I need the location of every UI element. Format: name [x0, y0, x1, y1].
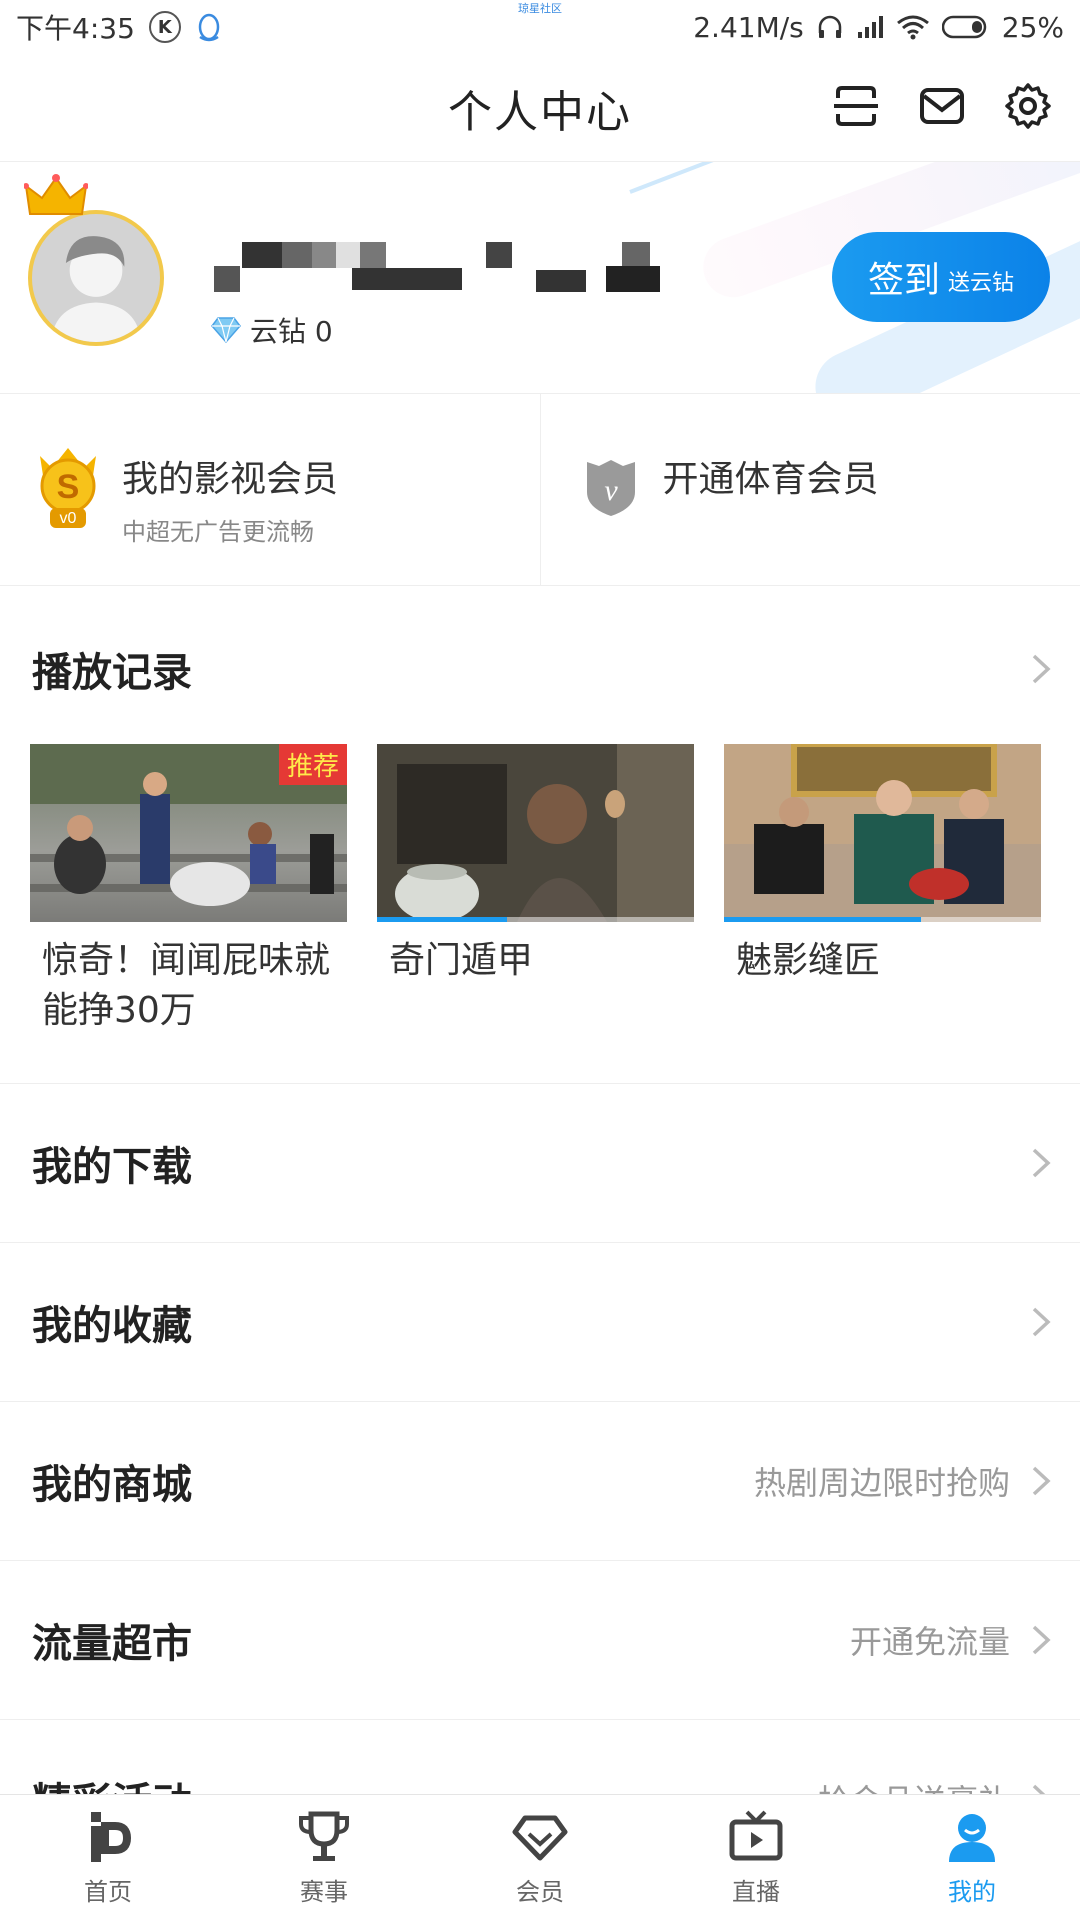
history-thumbnail[interactable]: [377, 744, 694, 922]
signin-button[interactable]: 签到 送云钻: [832, 232, 1050, 322]
avatar-silhouette-icon: [50, 236, 142, 342]
history-thumbnail[interactable]: [724, 744, 1041, 922]
battery-icon: [941, 15, 987, 39]
signal-icon: [857, 16, 883, 38]
diamond-icon: [512, 1815, 568, 1861]
recommend-badge: 推荐: [278, 744, 347, 785]
chevron-right-icon: [1032, 1466, 1051, 1496]
history-item[interactable]: 推荐 惊奇！闻闻屁味就能挣30万: [30, 744, 347, 1036]
qq-penguin-icon: [198, 13, 220, 42]
tab-home[interactable]: 首页: [0, 1795, 216, 1920]
tab-label: 我的: [948, 1878, 996, 1906]
history-thumbnail[interactable]: 推荐: [30, 744, 347, 922]
sports-member-title: 开通体育会员: [662, 459, 879, 500]
tab-label: 会员: [516, 1878, 564, 1906]
bottom-tab-bar: 首页 赛事 会员 直播 我的: [0, 1794, 1080, 1920]
signin-label: 签到: [867, 260, 940, 301]
settings-gear-icon[interactable]: [1004, 82, 1052, 130]
membership-section: S v0 我的影视会员 中超无广告更流畅 v 开通体育会员: [0, 394, 1080, 586]
k-app-icon: K: [148, 11, 181, 43]
play-history-title[interactable]: 播放记录: [32, 640, 192, 698]
diamond-icon: [211, 317, 241, 344]
tab-label: 直播: [732, 1878, 780, 1906]
video-membership[interactable]: S v0 我的影视会员 中超无广告更流畅: [0, 394, 541, 585]
row-title: 我的商城: [32, 1462, 192, 1508]
page-header: 个人中心: [0, 54, 1080, 162]
history-item[interactable]: 奇门遁甲: [377, 744, 694, 1036]
chevron-right-icon: [1032, 1625, 1051, 1655]
mail-icon[interactable]: [918, 82, 966, 130]
tab-membership[interactable]: 会员: [432, 1795, 648, 1920]
sports-membership[interactable]: v 开通体育会员: [541, 394, 1080, 585]
row-my-favorites[interactable]: 我的收藏: [0, 1243, 1080, 1402]
status-bar: 下午4:35 K 琼星社区 2.41M/s 25%: [0, 0, 1080, 54]
chevron-right-icon[interactable]: [1030, 652, 1052, 686]
history-item[interactable]: 魅影缝匠: [724, 744, 1041, 1036]
diamond-label: 云钻 0: [250, 315, 333, 348]
scan-icon[interactable]: [832, 82, 880, 130]
tab-live[interactable]: 直播: [648, 1795, 864, 1920]
profile-card: 云钻 0 签到 送云钻: [0, 162, 1080, 394]
headphones-icon: [818, 15, 842, 38]
thumbnail-image: [724, 744, 1041, 922]
play-history-section: 播放记录 推荐 惊奇！闻闻屁味就能挣30万 奇门遁甲 魅影缝匠: [0, 586, 1080, 1084]
tab-mine[interactable]: 我的: [864, 1795, 1080, 1920]
trophy-icon: [299, 1811, 349, 1861]
watch-progress-bar: [377, 917, 507, 922]
chevron-right-icon: [1032, 1148, 1051, 1178]
avatar[interactable]: [24, 174, 164, 346]
status-time: 下午4:35: [16, 12, 135, 45]
svg-text:v: v: [604, 474, 618, 507]
watch-progress-bar: [724, 917, 921, 922]
svg-text:S: S: [57, 468, 80, 506]
row-data-market[interactable]: 流量超市 开通免流量: [0, 1561, 1080, 1720]
username-redacted: [214, 242, 660, 292]
diamond-balance: 云钻 0: [210, 310, 333, 350]
row-extra: 开通免流量: [849, 1623, 1010, 1661]
tab-label: 首页: [84, 1878, 132, 1906]
signin-sub-label: 送云钻: [948, 271, 1015, 296]
video-member-subtitle: 中超无广告更流畅: [122, 518, 314, 546]
vip-s-badge-icon: S v0: [40, 448, 96, 528]
history-item-title: 奇门遁甲: [389, 940, 534, 981]
row-my-mall[interactable]: 我的商城 热剧周边限时抢购: [0, 1402, 1080, 1561]
status-center-label: 琼星社区: [518, 2, 562, 15]
page-title: 个人中心: [448, 86, 632, 138]
svg-text:v0: v0: [60, 510, 77, 527]
history-item-title: 惊奇！闻闻屁味就能挣30万: [42, 940, 331, 1031]
row-my-downloads[interactable]: 我的下载: [0, 1084, 1080, 1243]
video-member-title: 我的影视会员: [122, 459, 339, 500]
pp-logo-icon: [91, 1812, 132, 1862]
crown-icon: [24, 174, 88, 215]
battery-percent: 25%: [1001, 10, 1064, 44]
history-item-title: 魅影缝匠: [736, 940, 881, 981]
tv-play-icon: [729, 1810, 783, 1861]
thumbnail-image: [377, 744, 694, 922]
row-title: 流量超市: [32, 1621, 192, 1667]
row-extra: 热剧周边限时抢购: [753, 1464, 1010, 1502]
net-speed: 2.41M/s: [693, 10, 804, 44]
tab-events[interactable]: 赛事: [216, 1795, 432, 1920]
row-title: 我的下载: [32, 1144, 192, 1190]
tab-label: 赛事: [300, 1878, 348, 1906]
sports-vip-shield-icon: v: [586, 460, 635, 516]
chevron-right-icon: [1032, 1307, 1051, 1337]
wifi-icon: [896, 15, 929, 40]
user-icon: [949, 1814, 995, 1862]
row-title: 我的收藏: [32, 1303, 192, 1349]
